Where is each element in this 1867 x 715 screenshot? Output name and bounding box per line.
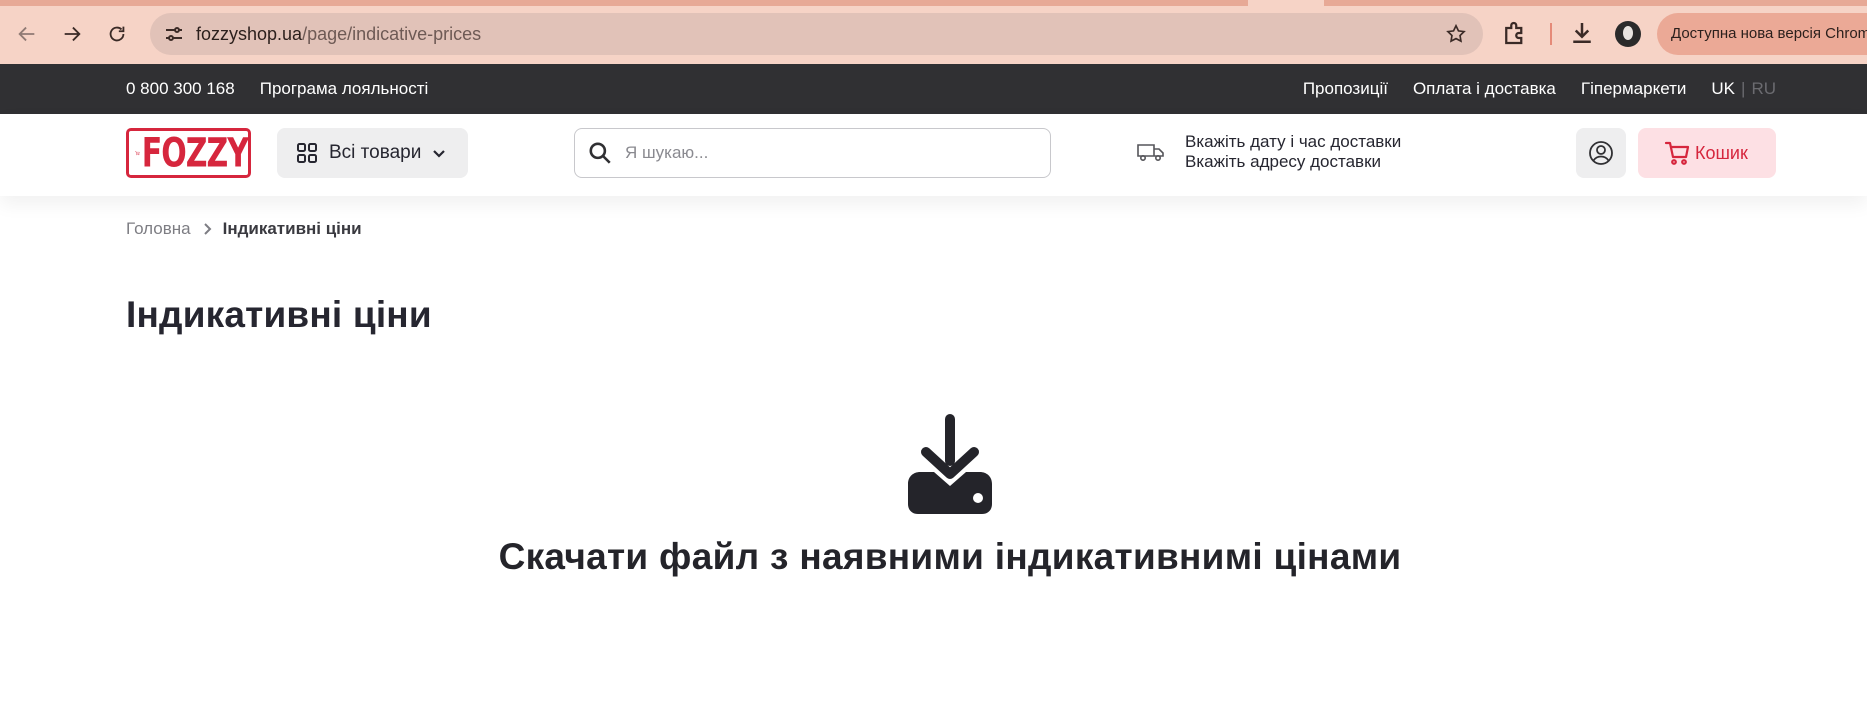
address-bar[interactable]: fozzyshop.ua/page/indicative-prices [150, 13, 1483, 55]
arrow-forward-icon [64, 26, 81, 42]
lang-uk[interactable]: UK [1711, 79, 1735, 99]
tab-strip-gap [1248, 0, 1324, 6]
profile-avatar[interactable] [1615, 21, 1641, 47]
browser-chrome: fozzyshop.ua/page/indicative-prices Дост… [0, 0, 1867, 64]
reload-button[interactable] [99, 16, 135, 52]
reload-icon [109, 26, 125, 42]
search-input[interactable] [625, 143, 1025, 163]
topbar-right: Пропозиції Оплата і доставка Гіпермаркет… [1303, 79, 1776, 99]
all-products-button[interactable]: Всі товари [277, 128, 468, 178]
payment-delivery-link[interactable]: Оплата і доставка [1413, 79, 1556, 99]
tab-strip [0, 0, 1867, 6]
forward-button[interactable] [54, 16, 90, 52]
lang-separator: | [1741, 79, 1746, 98]
logo-text: FOZZY [141, 129, 249, 177]
truck-icon [1137, 144, 1164, 162]
download-icon[interactable] [1567, 18, 1597, 48]
cart-label: Кошик [1695, 142, 1748, 163]
chevron-down-icon [433, 150, 446, 158]
offers-link[interactable]: Пропозиції [1303, 79, 1388, 99]
fozzy-logo[interactable]: FOZZY [126, 128, 251, 178]
user-icon [1589, 141, 1613, 165]
url-text[interactable]: fozzyshop.ua/page/indicative-prices [196, 24, 481, 45]
logo-cart-icon [135, 151, 140, 156]
grid-icon [297, 143, 317, 163]
url-path: /page/indicative-prices [302, 24, 482, 44]
delivery-address-text[interactable]: Вкажіть адресу доставки [1185, 152, 1401, 172]
hypermarkets-link[interactable]: Гіпермаркети [1581, 79, 1687, 99]
toolbar-divider [1550, 23, 1552, 45]
search-box[interactable] [574, 128, 1051, 178]
lang-ru[interactable]: RU [1751, 79, 1776, 99]
tune-icon[interactable] [162, 22, 186, 46]
chevron-right-icon [203, 223, 212, 235]
loyalty-link[interactable]: Програма лояльності [260, 79, 429, 99]
delivery-text: Вкажіть дату і час доставки Вкажіть адре… [1185, 132, 1401, 172]
breadcrumb-current: Індикативні ціни [222, 219, 362, 238]
breadcrumb-home[interactable]: Головна [126, 219, 191, 239]
top-info-bar: 0 800 300 168 Програма лояльності Пропоз… [0, 64, 1867, 114]
site-header: FOZZY Всі товари Вкажіть дату і час дост… [0, 114, 1867, 196]
arrow-back-icon [18, 26, 35, 42]
phone-link[interactable]: 0 800 300 168 [126, 79, 235, 99]
cart-icon [1664, 141, 1690, 165]
topbar-left: 0 800 300 168 Програма лояльності [126, 79, 428, 99]
chrome-update-button[interactable]: Доступна нова версія Chrome [1657, 13, 1867, 55]
language-switcher: UK | RU [1711, 79, 1776, 99]
delivery-time-text[interactable]: Вкажіть дату і час доставки [1185, 132, 1401, 152]
extensions-icon[interactable] [1500, 18, 1530, 48]
search-icon [589, 142, 611, 164]
cart-button[interactable]: Кошик [1638, 128, 1776, 178]
file-download-icon[interactable] [898, 412, 1002, 516]
back-button[interactable] [9, 16, 45, 52]
account-button[interactable] [1576, 128, 1626, 178]
all-products-label: Всі товари [329, 142, 422, 163]
page-title: Індикативні ціни [126, 294, 432, 335]
download-link-text[interactable]: Скачати файл з наявними індикативнимі ці… [0, 536, 1867, 578]
delivery-selector[interactable]: Вкажіть дату і час доставки Вкажіть адре… [1137, 132, 1401, 172]
url-domain: fozzyshop.ua [196, 24, 303, 44]
breadcrumb: Головна Індикативні ціни [126, 219, 362, 239]
star-icon[interactable] [1445, 23, 1467, 45]
